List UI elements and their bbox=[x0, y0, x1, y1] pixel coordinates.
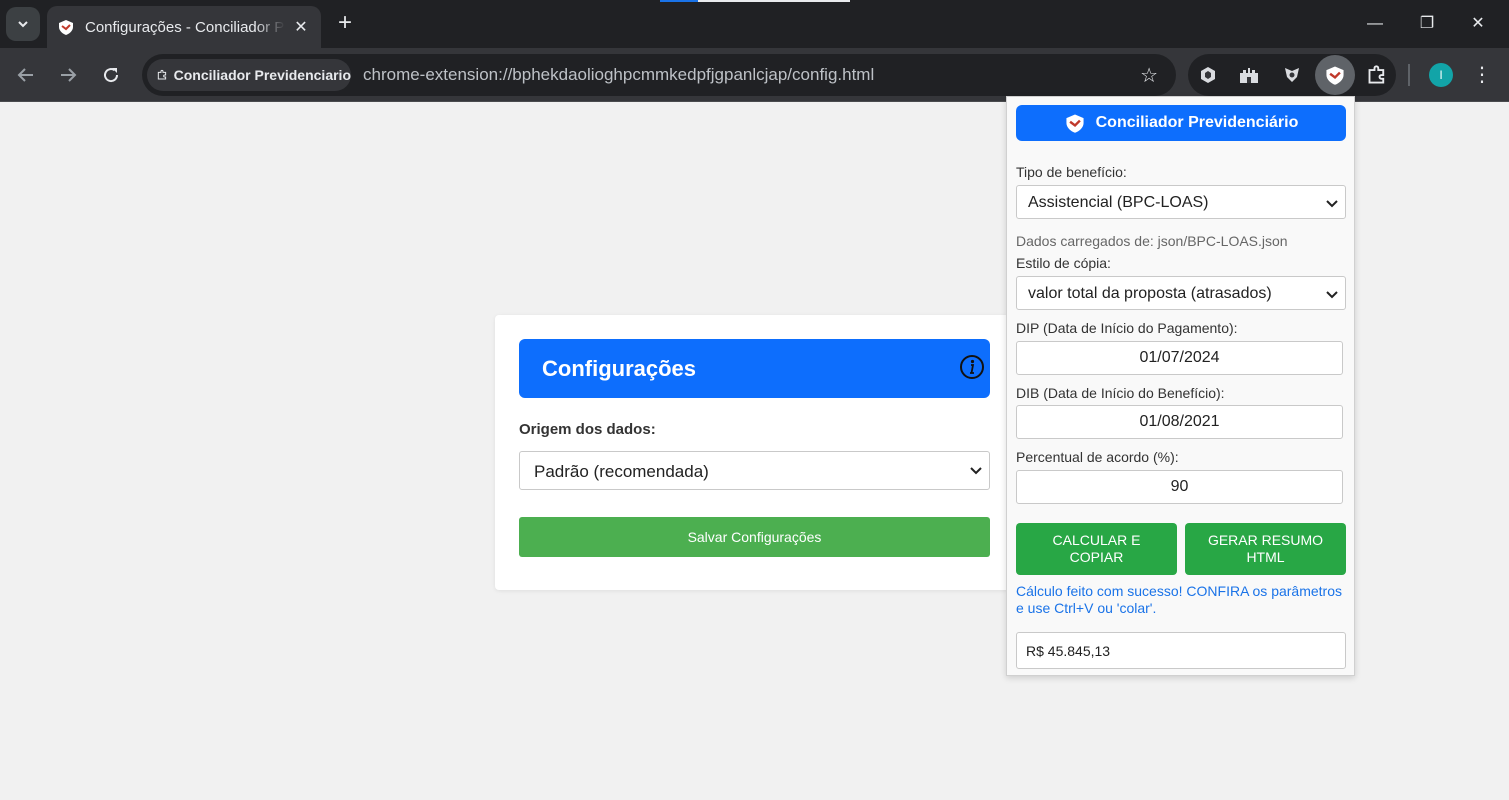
minimize-icon[interactable]: — bbox=[1360, 10, 1390, 38]
badge-extension-icon[interactable] bbox=[1278, 61, 1306, 89]
gerar-resumo-button[interactable]: GERAR RESUMO HTML bbox=[1185, 523, 1346, 575]
close-icon[interactable]: ✕ bbox=[291, 17, 311, 37]
origem-select[interactable]: Padrão (recomendada) bbox=[519, 451, 990, 490]
tipo-beneficio-select[interactable]: Assistencial (BPC-LOAS) bbox=[1016, 185, 1346, 219]
loading-indicator bbox=[660, 0, 850, 2]
tab-search-button[interactable] bbox=[6, 7, 40, 41]
close-window-icon[interactable]: ✕ bbox=[1463, 10, 1493, 38]
back-icon[interactable] bbox=[11, 60, 41, 90]
success-message: Cálculo feito com sucesso! CONFIRA os pa… bbox=[1016, 583, 1343, 616]
tipo-beneficio-label: Tipo de benefício: bbox=[1016, 164, 1127, 180]
chevron-down-icon bbox=[1326, 291, 1338, 299]
site-info-chip[interactable]: Conciliador Previdenciario bbox=[147, 59, 351, 91]
restore-icon[interactable]: ❐ bbox=[1412, 10, 1442, 38]
reload-icon[interactable] bbox=[96, 60, 126, 90]
percentual-input[interactable]: 90 bbox=[1016, 470, 1343, 504]
estilo-copia-label: Estilo de cópia: bbox=[1016, 255, 1111, 271]
bookmark-star-icon[interactable]: ☆ bbox=[1140, 63, 1158, 88]
extension-logo-icon bbox=[1066, 114, 1084, 133]
browser-toolbar: Conciliador Previdenciario chrome-extens… bbox=[0, 48, 1509, 102]
forward-icon[interactable] bbox=[53, 60, 83, 90]
save-config-button[interactable]: Salvar Configurações bbox=[519, 517, 990, 557]
dip-label: DIP (Data de Início do Pagamento): bbox=[1016, 320, 1238, 336]
site-chip-label: Conciliador Previdenciario bbox=[173, 67, 351, 83]
page-title: Configurações bbox=[542, 356, 697, 381]
calcular-copiar-button[interactable]: CALCULAR E COPIAR bbox=[1016, 523, 1177, 575]
castle-extension-icon[interactable] bbox=[1235, 61, 1263, 89]
profile-avatar[interactable]: I bbox=[1429, 63, 1453, 87]
active-tab[interactable]: Configurações - Conciliador Previdenciar… bbox=[47, 6, 321, 48]
popup-title: Conciliador Previdenciário bbox=[1095, 114, 1299, 131]
new-tab-button[interactable]: + bbox=[333, 10, 357, 38]
chevron-down-icon bbox=[1326, 200, 1338, 208]
result-output[interactable]: R$ 45.845,13 bbox=[1016, 632, 1346, 669]
dib-input[interactable]: 01/08/2021 bbox=[1016, 405, 1343, 439]
extension-logo-icon bbox=[59, 20, 73, 35]
estilo-copia-value: valor total da proposta (atrasados) bbox=[1028, 285, 1272, 302]
extension-puzzle-icon bbox=[157, 69, 167, 80]
url-text[interactable]: chrome-extension://bphekdaolioghpcmmkedp… bbox=[363, 65, 874, 85]
tab-search-icon bbox=[18, 21, 28, 28]
dib-label: DIB (Data de Início do Benefício): bbox=[1016, 385, 1225, 401]
dip-input[interactable]: 01/07/2024 bbox=[1016, 341, 1343, 375]
tab-strip: Configurações - Conciliador Previdenciar… bbox=[0, 0, 1509, 48]
percentual-label: Percentual de acordo (%): bbox=[1016, 449, 1179, 465]
popup-header: Conciliador Previdenciário bbox=[1016, 105, 1346, 141]
dados-info-text: Dados carregados de: json/BPC-LOAS.json bbox=[1016, 233, 1288, 249]
config-card: Configurações Origem dos dados: Padrão (… bbox=[495, 315, 1015, 590]
tipo-beneficio-value: Assistencial (BPC-LOAS) bbox=[1028, 194, 1209, 211]
config-header: Configurações bbox=[519, 339, 990, 398]
info-icon[interactable] bbox=[959, 354, 985, 380]
extension-popup: Conciliador Previdenciário Tipo de benef… bbox=[1006, 96, 1355, 676]
address-bar[interactable]: Conciliador Previdenciario chrome-extens… bbox=[142, 54, 1176, 96]
tab-title: Configurações - Conciliador Previdenciar… bbox=[85, 18, 285, 36]
chevron-down-icon bbox=[970, 467, 982, 475]
conciliador-extension-icon[interactable] bbox=[1315, 55, 1355, 95]
toolbar-separator bbox=[1408, 64, 1410, 86]
shield-extension-icon[interactable] bbox=[1194, 61, 1222, 89]
estilo-copia-select[interactable]: valor total da proposta (atrasados) bbox=[1016, 276, 1346, 310]
origem-label: Origem dos dados: bbox=[519, 421, 656, 438]
menu-icon[interactable]: ⋮ bbox=[1472, 61, 1492, 89]
extensions-menu-icon[interactable] bbox=[1363, 61, 1391, 89]
extensions-group bbox=[1188, 54, 1396, 96]
origem-selected-value: Padrão (recomendada) bbox=[534, 462, 709, 481]
